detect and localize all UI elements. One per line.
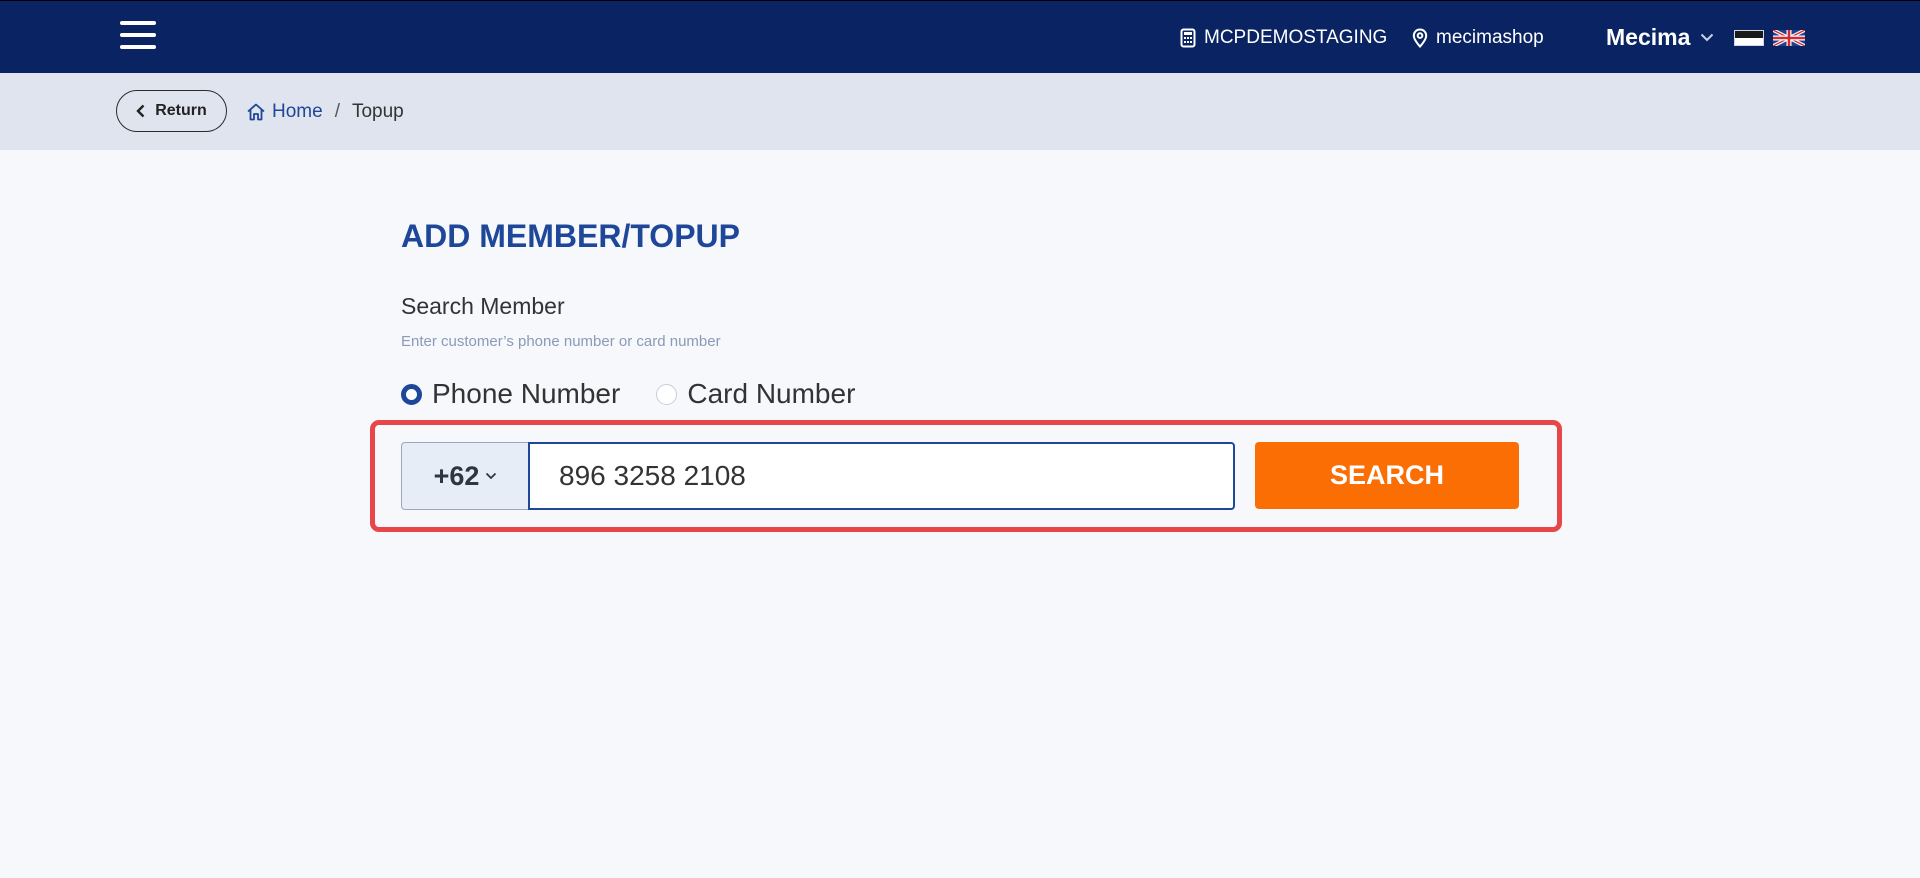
- store-code: MCPDEMOSTAGING: [1204, 26, 1388, 48]
- breadcrumb-current: Topup: [351, 101, 404, 122]
- location-name: mecimashop: [1436, 26, 1544, 48]
- return-button[interactable]: Return: [116, 90, 227, 132]
- search-mode-radio-group: Phone Number Card Number: [401, 377, 855, 411]
- search-button[interactable]: SEARCH: [1255, 442, 1519, 509]
- uk-flag-icon[interactable]: [1773, 30, 1805, 46]
- home-icon: [247, 103, 265, 121]
- page-title: ADD MEMBER/TOPUP: [401, 218, 740, 254]
- menu-icon[interactable]: [120, 21, 156, 51]
- radio-selected-icon[interactable]: [401, 383, 422, 405]
- store-indicator: MCPDEMOSTAGING: [1180, 1, 1387, 74]
- chevron-down-icon: [1701, 33, 1714, 42]
- chevron-down-icon: [486, 472, 497, 480]
- phone-number-radio[interactable]: Phone Number: [401, 378, 620, 410]
- search-member-label: Search Member: [401, 293, 565, 319]
- breadcrumb-home-label: Home: [272, 101, 323, 122]
- location-pin-icon: [1412, 27, 1428, 48]
- top-navbar: MCPDEMOSTAGING mecimashop Mecima: [0, 0, 1920, 73]
- indonesia-flag-icon[interactable]: [1734, 30, 1764, 46]
- chevron-left-icon: [136, 104, 145, 118]
- card-number-radio[interactable]: Card Number: [656, 378, 855, 410]
- user-name: Mecima: [1606, 24, 1691, 50]
- breadcrumb-separator: /: [334, 101, 340, 122]
- user-menu[interactable]: Mecima: [1606, 1, 1714, 74]
- search-member-hint: Enter customer’s phone number or card nu…: [401, 333, 721, 350]
- breadcrumb-home-link[interactable]: Home: [246, 101, 323, 123]
- breadcrumb: Home / Topup: [246, 98, 404, 126]
- register-icon: [1180, 28, 1196, 47]
- country-code-select[interactable]: +62: [401, 442, 529, 510]
- phone-number-input[interactable]: [528, 442, 1235, 510]
- return-label: Return: [155, 102, 207, 119]
- country-code-value: +62: [433, 460, 480, 491]
- card-number-radio-label: Card Number: [687, 378, 856, 409]
- phone-number-radio-label: Phone Number: [432, 378, 621, 409]
- location-indicator: mecimashop: [1412, 1, 1544, 74]
- radio-unselected-icon[interactable]: [656, 383, 678, 405]
